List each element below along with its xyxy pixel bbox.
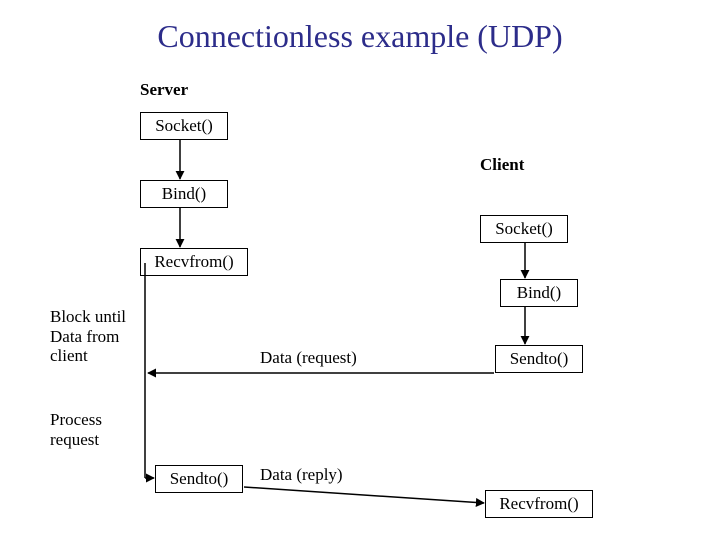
- server-socket-box: Socket(): [140, 112, 228, 140]
- data-request-label: Data (request): [260, 348, 357, 368]
- page-title: Connectionless example (UDP): [0, 18, 720, 55]
- arrow-data-reply: [244, 487, 484, 503]
- data-reply-label: Data (reply): [260, 465, 343, 485]
- server-sendto-box: Sendto(): [155, 465, 243, 493]
- client-sendto-box: Sendto(): [495, 345, 583, 373]
- block-until-note: Block until Data from client: [50, 307, 126, 366]
- server-recvfrom-box: Recvfrom(): [140, 248, 248, 276]
- client-socket-box: Socket(): [480, 215, 568, 243]
- server-bind-box: Bind(): [140, 180, 228, 208]
- arrows-overlay: [0, 0, 720, 540]
- process-request-note: Process request: [50, 410, 102, 449]
- server-heading: Server: [140, 80, 188, 100]
- client-recvfrom-box: Recvfrom(): [485, 490, 593, 518]
- client-bind-box: Bind(): [500, 279, 578, 307]
- client-heading: Client: [480, 155, 524, 175]
